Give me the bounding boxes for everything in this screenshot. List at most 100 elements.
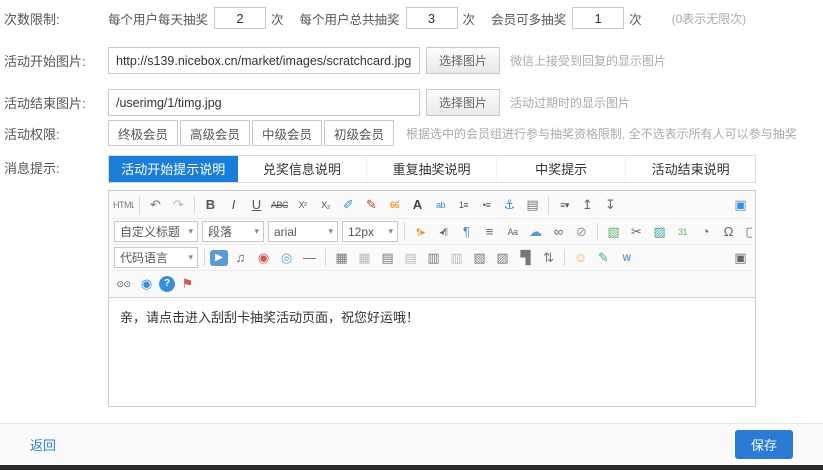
insert-video-icon[interactable]: ▶ [210, 250, 228, 266]
chevron-down-icon: ▾ [254, 226, 259, 237]
message-tab[interactable]: 重复抽奖说明 [366, 156, 496, 182]
split-cells-icon[interactable]: ▨ [492, 247, 513, 268]
paragraph-space-bottom-icon[interactable]: ↧ [600, 195, 621, 216]
font-size-select[interactable]: 12px▾ [342, 221, 398, 242]
font-family-select-value: arial [274, 225, 297, 239]
print-icon[interactable]: ▣ [730, 247, 751, 268]
undo-icon[interactable]: ↶ [145, 195, 166, 216]
font-color-icon[interactable]: A [407, 195, 428, 216]
message-tab[interactable]: 中奖提示 [496, 156, 626, 182]
insert-table-icon[interactable]: ▦ [331, 247, 352, 268]
save-button[interactable]: 保存 [735, 430, 793, 459]
message-tab[interactable]: 活动开始提示说明 [109, 156, 238, 182]
member-group-button[interactable]: 终极会员 [108, 120, 178, 146]
strikethrough-icon[interactable]: ABC [269, 195, 290, 216]
emotion-icon[interactable]: ☺ [570, 247, 591, 268]
ltr-icon[interactable]: ¶▸ [410, 221, 431, 242]
message-tab[interactable]: 活动结束说明 [625, 156, 755, 182]
limit-count-input[interactable] [572, 7, 624, 29]
heading-select[interactable]: 自定义标题▾ [114, 221, 198, 242]
insert-col-icon[interactable]: ▥ [423, 247, 444, 268]
superscript-icon[interactable]: X² [292, 195, 313, 216]
link-icon[interactable]: ∞ [548, 221, 569, 242]
end-image-label: 活动结束图片: [4, 93, 108, 112]
preview-icon[interactable]: ◉ [136, 273, 157, 294]
rtl-icon[interactable]: ◂¶ [433, 221, 454, 242]
background-image-icon[interactable]: ▨ [649, 221, 670, 242]
format-painter-icon[interactable]: ✎ [361, 195, 382, 216]
insert-iframe-icon[interactable]: ▢ [741, 221, 752, 242]
bold-icon[interactable]: B [200, 195, 221, 216]
insert-row-icon[interactable]: ▤ [377, 247, 398, 268]
underline-icon[interactable]: U [246, 195, 267, 216]
limit-label: 会员可多抽奖 [491, 9, 566, 28]
limit-count-input[interactable] [214, 7, 266, 29]
message-tab-bar: 活动开始提示说明兑奖信息说明重复抽奖说明中奖提示活动结束说明 [108, 155, 756, 183]
source-code-icon[interactable]: HTML [113, 195, 134, 216]
cloud-icon[interactable]: ☁ [525, 221, 546, 242]
paragraph-space-top-icon[interactable]: ↥ [577, 195, 598, 216]
unordered-list-icon[interactable]: •≡ [476, 195, 497, 216]
end-image-input[interactable] [108, 89, 420, 116]
back-link[interactable]: 返回 [30, 435, 56, 454]
sort-table-icon[interactable]: ⇅ [538, 247, 559, 268]
chevron-down-icon: ▾ [188, 252, 193, 263]
font-size-select-value: 12px [348, 225, 374, 239]
toolbar-separator [564, 249, 565, 266]
background-color-icon[interactable]: ab [430, 195, 451, 216]
member-group-buttons: 终极会员高级会员中级会员初级会员 [108, 120, 396, 146]
subscript-icon[interactable]: X₂ [315, 195, 336, 216]
merge-cells-icon[interactable]: ▧ [469, 247, 490, 268]
map-icon[interactable]: ◉ [253, 247, 274, 268]
fullscreen-icon[interactable]: ▣ [730, 195, 751, 216]
start-image-row: 活动开始图片: 选择图片 微信上接受到回复的显示图片 [4, 47, 823, 74]
delete-table-icon[interactable]: ▦ [354, 247, 375, 268]
limit-count-input[interactable] [406, 7, 458, 29]
anchor-icon[interactable]: ⚓ [499, 195, 520, 216]
special-chars-icon[interactable]: Ω [718, 221, 739, 242]
auto-typeset-icon[interactable]: ≡ [479, 221, 500, 242]
insert-image-icon[interactable]: ▧ [603, 221, 624, 242]
screenshot-icon[interactable]: ✂ [626, 221, 647, 242]
blockquote-icon[interactable]: 66 [384, 195, 405, 216]
member-group-button[interactable]: 中级会员 [252, 120, 322, 146]
remove-format-icon[interactable]: ✐ [338, 195, 359, 216]
insert-time-icon[interactable]: ◔ [695, 221, 716, 242]
unlink-icon[interactable]: ⊘ [571, 221, 592, 242]
insert-music-icon[interactable]: ♫ [230, 247, 251, 268]
redo-icon[interactable]: ↷ [168, 195, 189, 216]
binoculars-icon[interactable]: ⊙⊙ [113, 273, 134, 294]
line-height-icon[interactable]: ≡▾ [554, 195, 575, 216]
limits-fields: 每个用户每天抽奖次每个用户总共抽奖次会员可多抽奖次 [108, 7, 658, 29]
delete-row-icon[interactable]: ▤ [400, 247, 421, 268]
member-group-button[interactable]: 高级会员 [180, 120, 250, 146]
settings-form: 次数限制: 每个用户每天抽奖次每个用户总共抽奖次会员可多抽奖次 (0表示无限次)… [0, 0, 823, 407]
gmap-icon[interactable]: ◎ [276, 247, 297, 268]
drafts-icon[interactable]: ⚑ [177, 273, 198, 294]
page-break-icon[interactable]: ▤ [522, 195, 543, 216]
paragraph-format-icon[interactable]: ¶ [456, 221, 477, 242]
end-image-pick-button[interactable]: 选择图片 [426, 89, 500, 116]
ordered-list-icon[interactable]: 1≡ [453, 195, 474, 216]
delete-col-icon[interactable]: ▥ [446, 247, 467, 268]
italic-icon[interactable]: I [223, 195, 244, 216]
message-tab[interactable]: 兑奖信息说明 [238, 156, 367, 182]
toolbar-row-1: HTML ↶↷ BIUABCX²X₂✐✎66Aab1≡•≡⚓▤ ≡▾↥↧ ▣ [112, 192, 752, 218]
member-group-button[interactable]: 初级会员 [324, 120, 394, 146]
font-family-select[interactable]: arial▾ [268, 221, 338, 242]
scrawl-icon[interactable]: ✎ [593, 247, 614, 268]
word-image-icon[interactable]: W [616, 247, 637, 268]
horizontal-rule-icon[interactable]: — [299, 247, 320, 268]
code-language-select[interactable]: 代码语言▾ [114, 247, 198, 268]
table-title-icon[interactable]: ▜ [515, 247, 536, 268]
editor-content[interactable]: 亲，请点击进入刮刮卡抽奖活动页面，祝您好运哦！ [109, 298, 755, 406]
start-image-input[interactable] [108, 47, 420, 74]
chevron-down-icon: ▾ [188, 226, 193, 237]
permission-hint: 根据选中的会员组进行参与抽奖资格限制, 全不选表示所有人可以参与抽奖 [406, 125, 797, 142]
insert-date-icon[interactable]: 31 [672, 221, 693, 242]
search-replace-icon[interactable]: Aa [502, 221, 523, 242]
start-image-pick-button[interactable]: 选择图片 [426, 47, 500, 74]
help-icon[interactable]: ? [159, 276, 175, 292]
permission-row: 活动权限: 终极会员高级会员中级会员初级会员 根据选中的会员组进行参与抽奖资格限… [4, 120, 823, 146]
paragraph-select[interactable]: 段落▾ [202, 221, 264, 242]
